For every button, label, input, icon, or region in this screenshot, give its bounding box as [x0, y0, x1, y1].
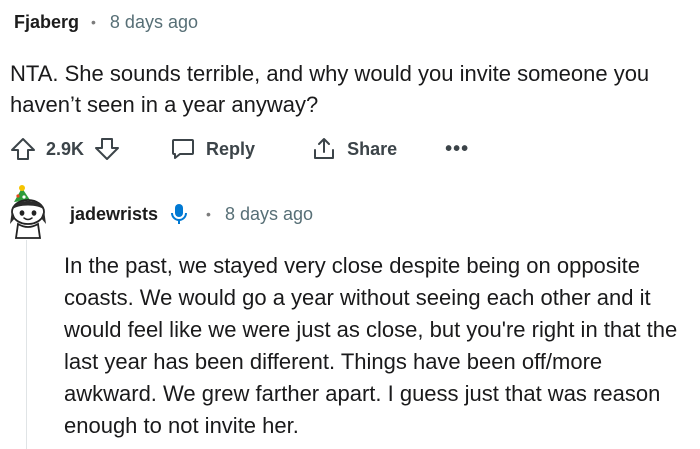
share-icon	[311, 136, 337, 162]
comment-body: NTA. She sounds terrible, and why would …	[10, 61, 650, 117]
reply-label: Reply	[206, 138, 256, 159]
downvote-button[interactable]	[94, 136, 120, 162]
reply-timestamp[interactable]: 8 days ago	[225, 204, 313, 225]
meta-separator: •	[206, 206, 211, 222]
share-label: Share	[347, 138, 398, 159]
speech-bubble-icon	[170, 136, 196, 162]
comment-meta: Fjaberg • 8 days ago	[14, 10, 198, 34]
reply-body: In the past, we stayed very close despit…	[64, 253, 678, 438]
reply-author[interactable]: jadewrists	[70, 204, 158, 225]
more-options-icon: •••	[445, 137, 470, 160]
comment-timestamp[interactable]: 8 days ago	[110, 12, 198, 33]
reply-button[interactable]: Reply	[160, 136, 255, 162]
microphone-icon	[170, 203, 188, 225]
share-button[interactable]: Share	[301, 136, 397, 162]
avatar[interactable]	[4, 184, 52, 240]
upvote-button[interactable]	[10, 136, 36, 162]
thread-line[interactable]	[26, 240, 27, 449]
vote-count: 2.9K	[46, 138, 85, 159]
reply-meta: jadewrists • 8 days ago	[70, 202, 313, 226]
comment-author[interactable]: Fjaberg	[14, 12, 79, 33]
more-options-button[interactable]: •••	[445, 138, 469, 161]
upvote-arrow-icon	[10, 136, 36, 162]
meta-separator: •	[91, 14, 96, 30]
comment-action-bar: 2.9K Reply Share •••	[10, 132, 469, 166]
snoo-avatar-icon	[10, 185, 46, 239]
downvote-arrow-icon	[94, 136, 120, 162]
